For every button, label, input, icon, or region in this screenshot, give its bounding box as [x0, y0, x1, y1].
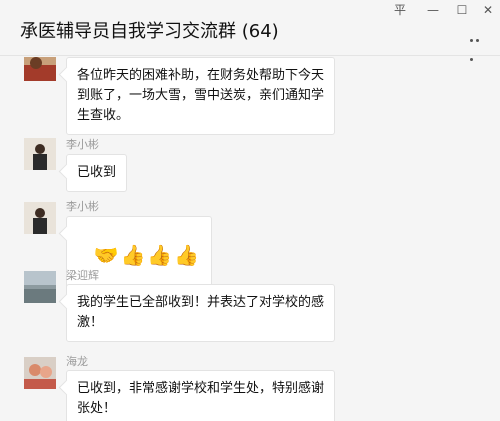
more-options-icon[interactable]: [470, 27, 486, 61]
message-bubble[interactable]: 已收到: [66, 154, 128, 192]
maximize-button[interactable]: ☐: [452, 2, 472, 18]
avatar[interactable]: [24, 202, 56, 234]
thumbs-up-emoji: 👍: [147, 243, 173, 267]
sender-name: 梁迎辉: [66, 269, 99, 282]
sender-name: 海龙: [66, 355, 88, 368]
thumbs-up-emoji: 👍: [120, 243, 146, 267]
handshake-emoji: 🤝: [93, 243, 119, 267]
avatar[interactable]: [24, 138, 56, 170]
pin-button[interactable]: 平: [390, 2, 410, 18]
avatar[interactable]: [24, 271, 56, 303]
minimize-button[interactable]: —: [423, 2, 443, 18]
sender-name: 李小彬: [66, 200, 99, 213]
message-bubble[interactable]: 各位昨天的困难补助，在财务处帮助下今天 到账了，一场大雪，雪中送炭，亲们通知学 …: [66, 57, 336, 135]
sender-name: 李小彬: [66, 138, 99, 151]
avatar[interactable]: [24, 357, 56, 389]
group-title: 承医辅导员自我学习交流群 (64): [20, 21, 279, 42]
thumbs-up-emoji: 👍: [174, 243, 200, 267]
close-button[interactable]: ✕: [478, 2, 498, 18]
message-list[interactable]: 各位昨天的困难补助，在财务处帮助下今天 到账了，一场大雪，雪中送炭，亲们通知学 …: [0, 57, 500, 421]
avatar[interactable]: [24, 57, 56, 81]
message-bubble[interactable]: 已收到，非常感谢学校和学生处，特别感谢 张处！: [66, 370, 336, 421]
chat-header: 承医辅导员自我学习交流群 (64) 平 — ☐ ✕: [0, 0, 500, 61]
message-bubble[interactable]: 我的学生已全部收到！并表达了对学校的感 激！: [66, 284, 336, 342]
